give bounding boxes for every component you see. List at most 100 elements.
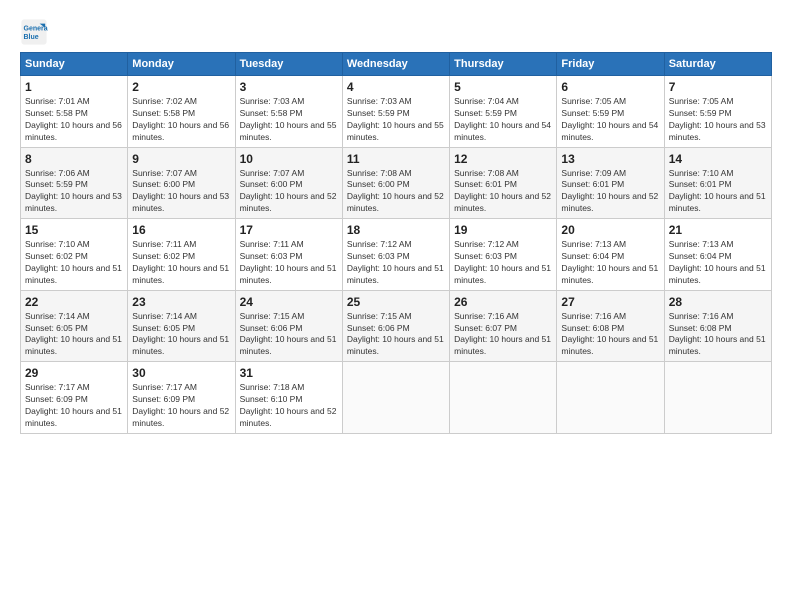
day-info: Sunrise: 7:11 AMSunset: 6:02 PMDaylight:… [132, 239, 230, 287]
calendar-cell: 19 Sunrise: 7:12 AMSunset: 6:03 PMDayligh… [450, 219, 557, 291]
calendar-cell: 10 Sunrise: 7:07 AMSunset: 6:00 PMDayligh… [235, 147, 342, 219]
day-number: 15 [25, 223, 123, 237]
calendar-cell: 18 Sunrise: 7:12 AMSunset: 6:03 PMDayligh… [342, 219, 449, 291]
day-number: 22 [25, 295, 123, 309]
calendar-cell: 5Sunrise: 7:04 AMSunset: 5:59 PMDaylight… [450, 76, 557, 148]
calendar-cell: 30 Sunrise: 7:17 AMSunset: 6:09 PMDayligh… [128, 362, 235, 434]
calendar-cell: 26 Sunrise: 7:16 AMSunset: 6:07 PMDayligh… [450, 290, 557, 362]
day-number: 17 [240, 223, 338, 237]
calendar-cell: 21 Sunrise: 7:13 AMSunset: 6:04 PMDayligh… [664, 219, 771, 291]
day-info: Sunrise: 7:16 AMSunset: 6:08 PMDaylight:… [561, 311, 659, 359]
day-info: Sunrise: 7:16 AMSunset: 6:07 PMDaylight:… [454, 311, 552, 359]
calendar-cell [342, 362, 449, 434]
day-info: Sunrise: 7:07 AMSunset: 6:00 PMDaylight:… [132, 168, 230, 216]
header: General Blue [20, 18, 772, 46]
day-info: Sunrise: 7:05 AMSunset: 5:59 PMDaylight:… [669, 96, 767, 144]
calendar-table: SundayMondayTuesdayWednesdayThursdayFrid… [20, 52, 772, 434]
day-info: Sunrise: 7:17 AMSunset: 6:09 PMDaylight:… [132, 382, 230, 430]
day-number: 30 [132, 366, 230, 380]
day-info: Sunrise: 7:18 AMSunset: 6:10 PMDaylight:… [240, 382, 338, 430]
day-number: 7 [669, 80, 767, 94]
calendar-cell: 24 Sunrise: 7:15 AMSunset: 6:06 PMDayligh… [235, 290, 342, 362]
day-info: Sunrise: 7:12 AMSunset: 6:03 PMDaylight:… [454, 239, 552, 287]
calendar-cell: 9 Sunrise: 7:07 AMSunset: 6:00 PMDaylight… [128, 147, 235, 219]
day-info: Sunrise: 7:14 AMSunset: 6:05 PMDaylight:… [25, 311, 123, 359]
calendar-week-4: 22 Sunrise: 7:14 AMSunset: 6:05 PMDayligh… [21, 290, 772, 362]
day-number: 14 [669, 152, 767, 166]
calendar-header-monday: Monday [128, 53, 235, 76]
day-number: 20 [561, 223, 659, 237]
calendar-cell: 25 Sunrise: 7:15 AMSunset: 6:06 PMDayligh… [342, 290, 449, 362]
day-info: Sunrise: 7:13 AMSunset: 6:04 PMDaylight:… [561, 239, 659, 287]
day-info: Sunrise: 7:15 AMSunset: 6:06 PMDaylight:… [347, 311, 445, 359]
calendar-cell: 6 Sunrise: 7:05 AMSunset: 5:59 PMDaylight… [557, 76, 664, 148]
calendar-cell: 20 Sunrise: 7:13 AMSunset: 6:04 PMDayligh… [557, 219, 664, 291]
day-number: 8 [25, 152, 123, 166]
calendar-week-5: 29Sunrise: 7:17 AMSunset: 6:09 PMDayligh… [21, 362, 772, 434]
calendar-cell: 7 Sunrise: 7:05 AMSunset: 5:59 PMDaylight… [664, 76, 771, 148]
calendar-header-tuesday: Tuesday [235, 53, 342, 76]
calendar-cell: 31 Sunrise: 7:18 AMSunset: 6:10 PMDayligh… [235, 362, 342, 434]
calendar-week-3: 15 Sunrise: 7:10 AMSunset: 6:02 PMDayligh… [21, 219, 772, 291]
day-info: Sunrise: 7:03 AMSunset: 5:58 PMDaylight:… [240, 96, 338, 144]
day-info: Sunrise: 7:04 AMSunset: 5:59 PMDaylight:… [454, 96, 552, 144]
calendar-cell: 8Sunrise: 7:06 AMSunset: 5:59 PMDaylight… [21, 147, 128, 219]
day-number: 13 [561, 152, 659, 166]
day-info: Sunrise: 7:09 AMSunset: 6:01 PMDaylight:… [561, 168, 659, 216]
calendar-cell: 29Sunrise: 7:17 AMSunset: 6:09 PMDayligh… [21, 362, 128, 434]
day-number: 21 [669, 223, 767, 237]
calendar-week-1: 1 Sunrise: 7:01 AMSunset: 5:58 PMDaylight… [21, 76, 772, 148]
day-number: 18 [347, 223, 445, 237]
day-info: Sunrise: 7:08 AMSunset: 6:01 PMDaylight:… [454, 168, 552, 216]
calendar-cell: 13 Sunrise: 7:09 AMSunset: 6:01 PMDayligh… [557, 147, 664, 219]
calendar-cell: 12 Sunrise: 7:08 AMSunset: 6:01 PMDayligh… [450, 147, 557, 219]
day-number: 10 [240, 152, 338, 166]
calendar-week-2: 8Sunrise: 7:06 AMSunset: 5:59 PMDaylight… [21, 147, 772, 219]
day-info: Sunrise: 7:05 AMSunset: 5:59 PMDaylight:… [561, 96, 659, 144]
day-number: 31 [240, 366, 338, 380]
day-info: Sunrise: 7:12 AMSunset: 6:03 PMDaylight:… [347, 239, 445, 287]
calendar-cell: 3 Sunrise: 7:03 AMSunset: 5:58 PMDaylight… [235, 76, 342, 148]
calendar-cell [664, 362, 771, 434]
day-number: 3 [240, 80, 338, 94]
calendar-cell: 17 Sunrise: 7:11 AMSunset: 6:03 PMDayligh… [235, 219, 342, 291]
calendar-cell: 16 Sunrise: 7:11 AMSunset: 6:02 PMDayligh… [128, 219, 235, 291]
calendar-cell: 14Sunrise: 7:10 AMSunset: 6:01 PMDayligh… [664, 147, 771, 219]
day-number: 9 [132, 152, 230, 166]
calendar-cell: 4 Sunrise: 7:03 AMSunset: 5:59 PMDaylight… [342, 76, 449, 148]
calendar-header-wednesday: Wednesday [342, 53, 449, 76]
logo: General Blue [20, 18, 52, 46]
day-number: 4 [347, 80, 445, 94]
day-number: 19 [454, 223, 552, 237]
day-info: Sunrise: 7:01 AMSunset: 5:58 PMDaylight:… [25, 96, 123, 144]
calendar-header-saturday: Saturday [664, 53, 771, 76]
day-info: Sunrise: 7:03 AMSunset: 5:59 PMDaylight:… [347, 96, 445, 144]
calendar-cell: 2 Sunrise: 7:02 AMSunset: 5:58 PMDaylight… [128, 76, 235, 148]
day-info: Sunrise: 7:07 AMSunset: 6:00 PMDaylight:… [240, 168, 338, 216]
day-info: Sunrise: 7:10 AMSunset: 6:02 PMDaylight:… [25, 239, 123, 287]
calendar-header-row: SundayMondayTuesdayWednesdayThursdayFrid… [21, 53, 772, 76]
day-info: Sunrise: 7:17 AMSunset: 6:09 PMDaylight:… [25, 382, 123, 430]
day-info: Sunrise: 7:13 AMSunset: 6:04 PMDaylight:… [669, 239, 767, 287]
day-number: 11 [347, 152, 445, 166]
day-number: 28 [669, 295, 767, 309]
day-number: 16 [132, 223, 230, 237]
day-number: 12 [454, 152, 552, 166]
day-info: Sunrise: 7:16 AMSunset: 6:08 PMDaylight:… [669, 311, 767, 359]
day-number: 6 [561, 80, 659, 94]
logo-icon: General Blue [20, 18, 48, 46]
day-number: 1 [25, 80, 123, 94]
day-number: 2 [132, 80, 230, 94]
day-number: 26 [454, 295, 552, 309]
calendar-cell: 11Sunrise: 7:08 AMSunset: 6:00 PMDayligh… [342, 147, 449, 219]
day-number: 24 [240, 295, 338, 309]
day-info: Sunrise: 7:11 AMSunset: 6:03 PMDaylight:… [240, 239, 338, 287]
calendar-cell: 15 Sunrise: 7:10 AMSunset: 6:02 PMDayligh… [21, 219, 128, 291]
day-info: Sunrise: 7:14 AMSunset: 6:05 PMDaylight:… [132, 311, 230, 359]
day-number: 25 [347, 295, 445, 309]
day-number: 23 [132, 295, 230, 309]
calendar-cell: 23 Sunrise: 7:14 AMSunset: 6:05 PMDayligh… [128, 290, 235, 362]
day-info: Sunrise: 7:15 AMSunset: 6:06 PMDaylight:… [240, 311, 338, 359]
day-info: Sunrise: 7:02 AMSunset: 5:58 PMDaylight:… [132, 96, 230, 144]
calendar-cell [450, 362, 557, 434]
